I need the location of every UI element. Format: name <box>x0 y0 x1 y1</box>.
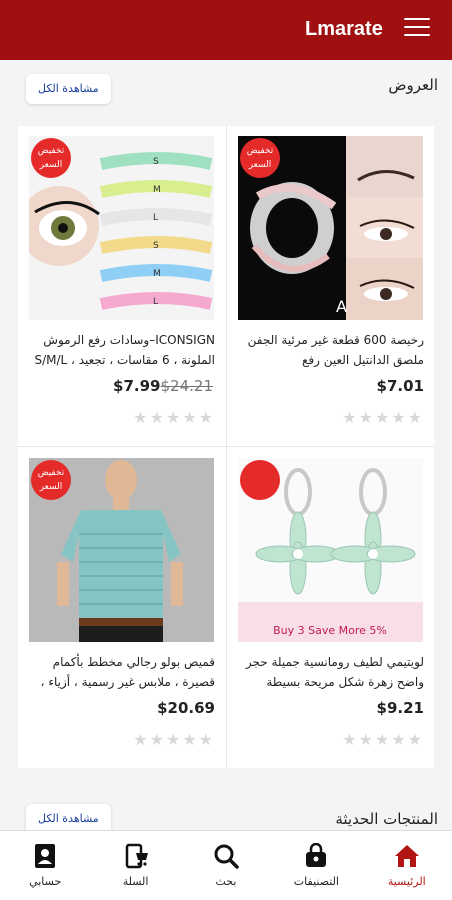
discount-badge <box>240 460 280 500</box>
product-card[interactable]: S M L S M L تخفيض السعر ICONSIGN–وسادات … <box>18 126 225 446</box>
bag-icon <box>271 841 361 871</box>
cart-icon <box>90 841 180 871</box>
discount-badge: تخفيض السعر <box>31 138 71 178</box>
svg-text:M: M <box>153 185 161 195</box>
nav-item-search[interactable]: بحث <box>181 831 271 900</box>
divider <box>18 446 434 447</box>
nav-item-account[interactable]: حسابي <box>0 831 90 900</box>
svg-text:M: M <box>153 269 161 279</box>
nav-item-home[interactable]: الرئيسية <box>362 831 452 900</box>
price-row: $7.01 <box>237 376 424 398</box>
rating-stars: ★★★★★ <box>342 730 424 749</box>
rating-stars: ★★★★★ <box>133 730 215 749</box>
nav-item-categories[interactable]: التصنيفات <box>271 831 361 900</box>
price-row: $9.21 <box>237 698 424 720</box>
section-title: العروض <box>388 76 438 94</box>
app-bar: Lmarate <box>0 0 452 60</box>
discount-badge: تخفيض السعر <box>240 138 280 178</box>
offers-section-header: العروض مشاهدة الكل <box>0 62 452 112</box>
product-image[interactable]: تخفيض السعر <box>29 458 214 642</box>
bottom-navigation: الرئيسية التصنيفات بحث السلة حسابي <box>0 830 452 900</box>
brand-title: Lmarate <box>305 18 383 40</box>
old-price: $24.21 <box>160 377 214 395</box>
account-icon <box>0 841 90 871</box>
product-price: $9.21 <box>376 699 424 717</box>
price-row: $7.99$24.21 <box>28 376 215 398</box>
image-letter: A <box>336 297 347 316</box>
product-title[interactable]: رخيصة 600 قطعة غير مرئية الجفن ملصق الدا… <box>237 330 424 370</box>
price-row: $20.69 <box>28 698 215 720</box>
svg-text:S: S <box>153 157 159 167</box>
search-icon <box>181 841 271 871</box>
product-card[interactable]: تخفيض السعر قميص بولو رجالي مخطط بأكمام … <box>18 448 225 768</box>
product-grid: A تخفيض السعر رخيصة 600 قطعة غير مرئية ا… <box>18 126 434 768</box>
rating-stars: ★★★★★ <box>133 408 215 427</box>
svg-text:L: L <box>153 213 158 223</box>
nav-label: السلة <box>122 875 149 888</box>
nav-label: بحث <box>215 875 237 888</box>
rating-stars: ★★★★★ <box>342 408 424 427</box>
product-card[interactable]: A تخفيض السعر رخيصة 600 قطعة غير مرئية ا… <box>227 126 434 446</box>
nav-item-cart[interactable]: السلة <box>90 831 180 900</box>
svg-text:L: L <box>153 297 158 307</box>
nav-label: حسابي <box>29 875 62 888</box>
discount-badge: تخفيض السعر <box>31 460 71 500</box>
nav-label: الرئيسية <box>387 875 426 888</box>
svg-text:S: S <box>153 241 159 251</box>
view-all-button[interactable]: مشاهدة الكل <box>26 74 111 104</box>
product-title[interactable]: لويتيمي لطيف رومانسية جميلة حجر واضح زهر… <box>237 652 424 692</box>
section-title: المنتجات الحديثة <box>335 810 438 828</box>
promo-banner: Buy 3 Save More 5% <box>273 624 387 637</box>
product-image[interactable]: S M L S M L تخفيض السعر <box>29 136 214 320</box>
product-card[interactable]: Buy 3 Save More 5% لويتيمي لطيف رومانسية… <box>227 448 434 768</box>
product-image[interactable]: A تخفيض السعر <box>238 136 423 320</box>
product-title[interactable]: قميص بولو رجالي مخطط بأكمام قصيرة ، ملاب… <box>28 652 215 692</box>
menu-icon[interactable] <box>404 18 430 42</box>
product-image[interactable]: Buy 3 Save More 5% <box>238 458 423 642</box>
nav-label: التصنيفات <box>293 875 339 888</box>
product-price: $7.99 <box>113 377 161 395</box>
product-title[interactable]: ICONSIGN–وسادات رفع الرموش الملونة ، 6 م… <box>28 330 215 370</box>
product-price: $7.01 <box>376 377 424 395</box>
home-icon <box>362 841 452 871</box>
product-price: $20.69 <box>157 699 215 717</box>
